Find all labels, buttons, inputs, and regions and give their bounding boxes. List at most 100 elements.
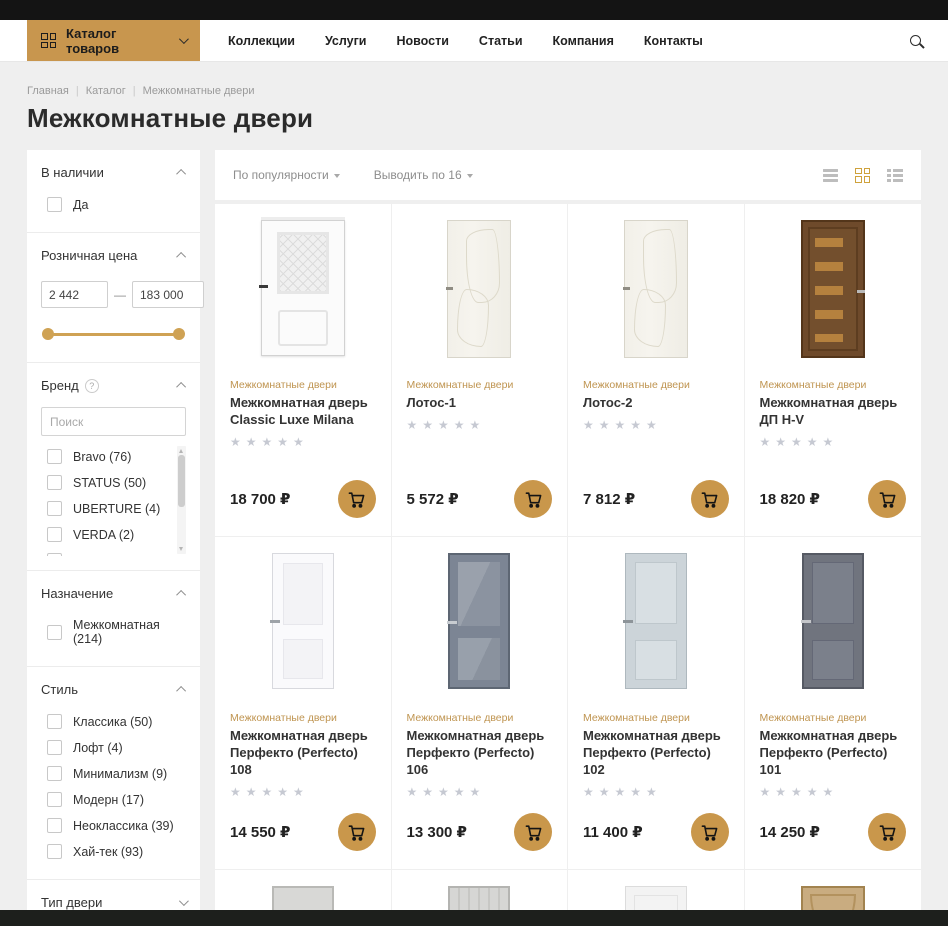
brand-option[interactable]: VERDA (2) [41,522,172,548]
product-card[interactable]: Межкомнатные двери Межкомнатная дверь ДП… [745,204,922,537]
product-image[interactable] [407,220,553,370]
catalog-button[interactable]: Каталог товаров [27,20,200,61]
product-title[interactable]: Лотос-2 [583,395,729,412]
product-card[interactable]: Межкомнатные двери Межкомнатная дверь Пе… [392,537,569,870]
checkbox[interactable] [47,527,62,542]
product-category-link[interactable]: Межкомнатные двери [230,712,376,724]
product-category-link[interactable]: Межкомнатные двери [760,379,907,391]
product-image[interactable] [760,553,907,703]
brand-option[interactable]: UBERTURE (4) [41,496,172,522]
filter-header-brand[interactable]: Бренд? [41,363,186,405]
chevron-down-icon [179,34,189,44]
add-to-cart-button[interactable] [514,480,552,518]
per-page-dropdown[interactable]: Выводить по 16 [374,168,473,182]
add-to-cart-button[interactable] [691,480,729,518]
product-category-link[interactable]: Межкомнатные двери [407,379,553,391]
product-title[interactable]: Межкомнатная дверь Перфекто (Perfecto) 1… [583,728,729,779]
checkbox[interactable] [47,766,62,781]
product-title[interactable]: Межкомнатная дверь Перфекто (Perfecto) 1… [760,728,907,779]
nav-services[interactable]: Услуги [325,34,367,48]
style-option[interactable]: Неоклассика (39) [41,813,186,839]
style-option-label: Классика (50) [73,715,152,729]
sort-dropdown[interactable]: По популярности [233,168,340,182]
nav-collections[interactable]: Коллекции [228,34,295,48]
product-category-link[interactable]: Межкомнатные двери [583,712,729,724]
product-title[interactable]: Межкомнатная дверь Classic Luxe Milana [230,395,376,429]
product-image[interactable] [407,553,553,703]
brand-scrollbar [177,446,186,554]
scrollbar-thumb[interactable] [178,455,185,507]
product-image[interactable] [230,220,376,370]
scroll-down-arrow[interactable] [179,547,183,551]
product-title[interactable]: Межкомнатная дверь Перфекто (Perfecto) 1… [230,728,376,779]
price-range-slider[interactable] [43,328,184,340]
product-card[interactable]: Межкомнатные двери Межкомнатная дверь Пе… [745,537,922,870]
add-to-cart-button[interactable] [868,813,906,851]
product-title[interactable]: Межкомнатная дверь Перфекто (Perfecto) 1… [407,728,553,779]
price-max-input[interactable] [132,281,204,308]
scroll-up-arrow[interactable] [179,449,183,453]
product-category-link[interactable]: Межкомнатные двери [407,712,553,724]
product-title[interactable]: Межкомнатная дверь ДП Н-V [760,395,907,429]
style-option[interactable]: Минимализм (9) [41,761,186,787]
add-to-cart-button[interactable] [338,813,376,851]
add-to-cart-button[interactable] [338,480,376,518]
brand-option[interactable]: STATUS (50) [41,470,172,496]
view-list-icon[interactable] [823,169,838,182]
add-to-cart-button[interactable] [868,480,906,518]
breadcrumb-catalog[interactable]: Каталог [86,85,126,97]
add-to-cart-button[interactable] [514,813,552,851]
product-image[interactable] [760,220,907,370]
product-card[interactable]: Межкомнатные двери Лотос-1 ★★★★★ 5 572 ₽ [392,204,569,537]
slider-handle-max[interactable] [173,328,185,340]
search-icon[interactable] [910,35,921,46]
checkbox[interactable] [47,714,62,729]
style-option[interactable]: Классика (50) [41,709,186,735]
checkbox[interactable] [47,625,62,640]
product-title[interactable]: Лотос-1 [407,395,553,412]
checkbox[interactable] [47,197,62,212]
product-card[interactable]: Межкомнатные двери Межкомнатная дверь Пе… [568,537,745,870]
brand-option-label: STATUS (50) [73,476,146,490]
price-min-input[interactable] [41,281,108,308]
checkbox[interactable] [47,740,62,755]
view-grid-icon-active[interactable] [855,168,870,183]
nav-news[interactable]: Новости [397,34,449,48]
product-category-link[interactable]: Межкомнатные двери [230,379,376,391]
checkbox[interactable] [47,818,62,833]
help-icon[interactable]: ? [85,379,99,393]
product-category-link[interactable]: Межкомнатные двери [583,379,729,391]
nav-company[interactable]: Компания [553,34,614,48]
product-image[interactable] [583,553,729,703]
product-image[interactable] [583,220,729,370]
checkbox[interactable] [47,792,62,807]
nav-articles[interactable]: Статьи [479,34,523,48]
brand-option[interactable]: Владимирская [41,548,172,556]
nav-contacts[interactable]: Контакты [644,34,703,48]
filter-header-price[interactable]: Розничная цена [41,233,186,275]
checkbox[interactable] [47,449,62,464]
product-category-link[interactable]: Межкомнатные двери [760,712,907,724]
product-card[interactable]: Межкомнатные двери Межкомнатная дверь Cl… [215,204,392,537]
breadcrumb-home[interactable]: Главная [27,85,69,97]
style-option[interactable]: Модерн (17) [41,787,186,813]
checkbox[interactable] [47,475,62,490]
style-option[interactable]: Хай-тек (93) [41,839,186,865]
brand-option[interactable]: Bravo (76) [41,444,172,470]
checkbox[interactable] [47,553,62,556]
product-card[interactable]: Межкомнатные двери Лотос-2 ★★★★★ 7 812 ₽ [568,204,745,537]
filter-header-availability[interactable]: В наличии [41,150,186,192]
checkbox[interactable] [47,501,62,516]
view-detailed-icon[interactable] [887,169,903,182]
product-image[interactable] [230,553,376,703]
filter-header-purpose[interactable]: Назначение [41,571,186,613]
checkbox[interactable] [47,844,62,859]
product-card[interactable]: Межкомнатные двери Межкомнатная дверь Пе… [215,537,392,870]
filter-option-yes[interactable]: Да [41,192,186,218]
slider-handle-min[interactable] [42,328,54,340]
brand-search-input[interactable] [41,407,186,436]
filter-option[interactable]: Межкомнатная (214) [41,613,186,652]
filter-header-style[interactable]: Стиль [41,667,186,709]
add-to-cart-button[interactable] [691,813,729,851]
style-option[interactable]: Лофт (4) [41,735,186,761]
